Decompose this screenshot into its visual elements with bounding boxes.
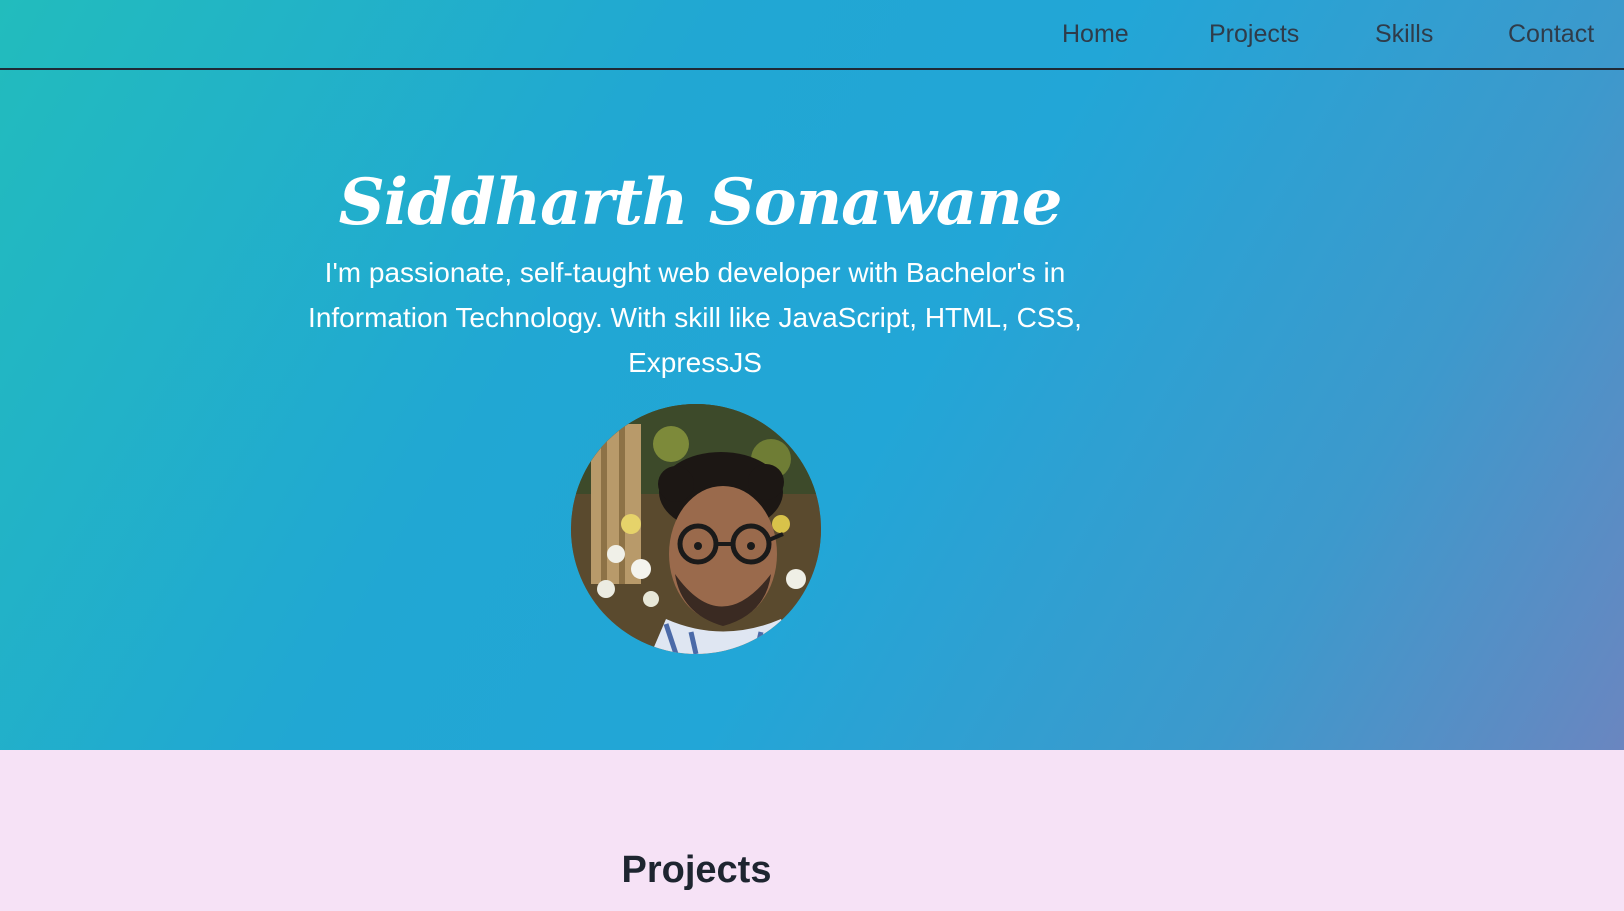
profile-photo-icon [571,404,821,654]
nav-link-skills[interactable]: Skills [1375,14,1433,54]
nav-link-projects[interactable]: Projects [1209,14,1299,54]
nav-link-home[interactable]: Home [1062,14,1129,54]
hero-section: Home Projects Skills Contact Siddharth S… [0,0,1624,750]
hero-title: Siddharth Sonawane [338,165,1063,240]
hero-intro: I'm passionate, self-taught web develope… [308,257,1082,378]
projects-section: Projects [0,750,1624,911]
projects-heading: Projects [621,849,772,891]
page: Home Projects Skills Contact Siddharth S… [0,0,1624,911]
nav-link-contact[interactable]: Contact [1508,14,1594,54]
avatar-photo [571,404,821,654]
navbar: Home Projects Skills Contact [0,0,1624,70]
